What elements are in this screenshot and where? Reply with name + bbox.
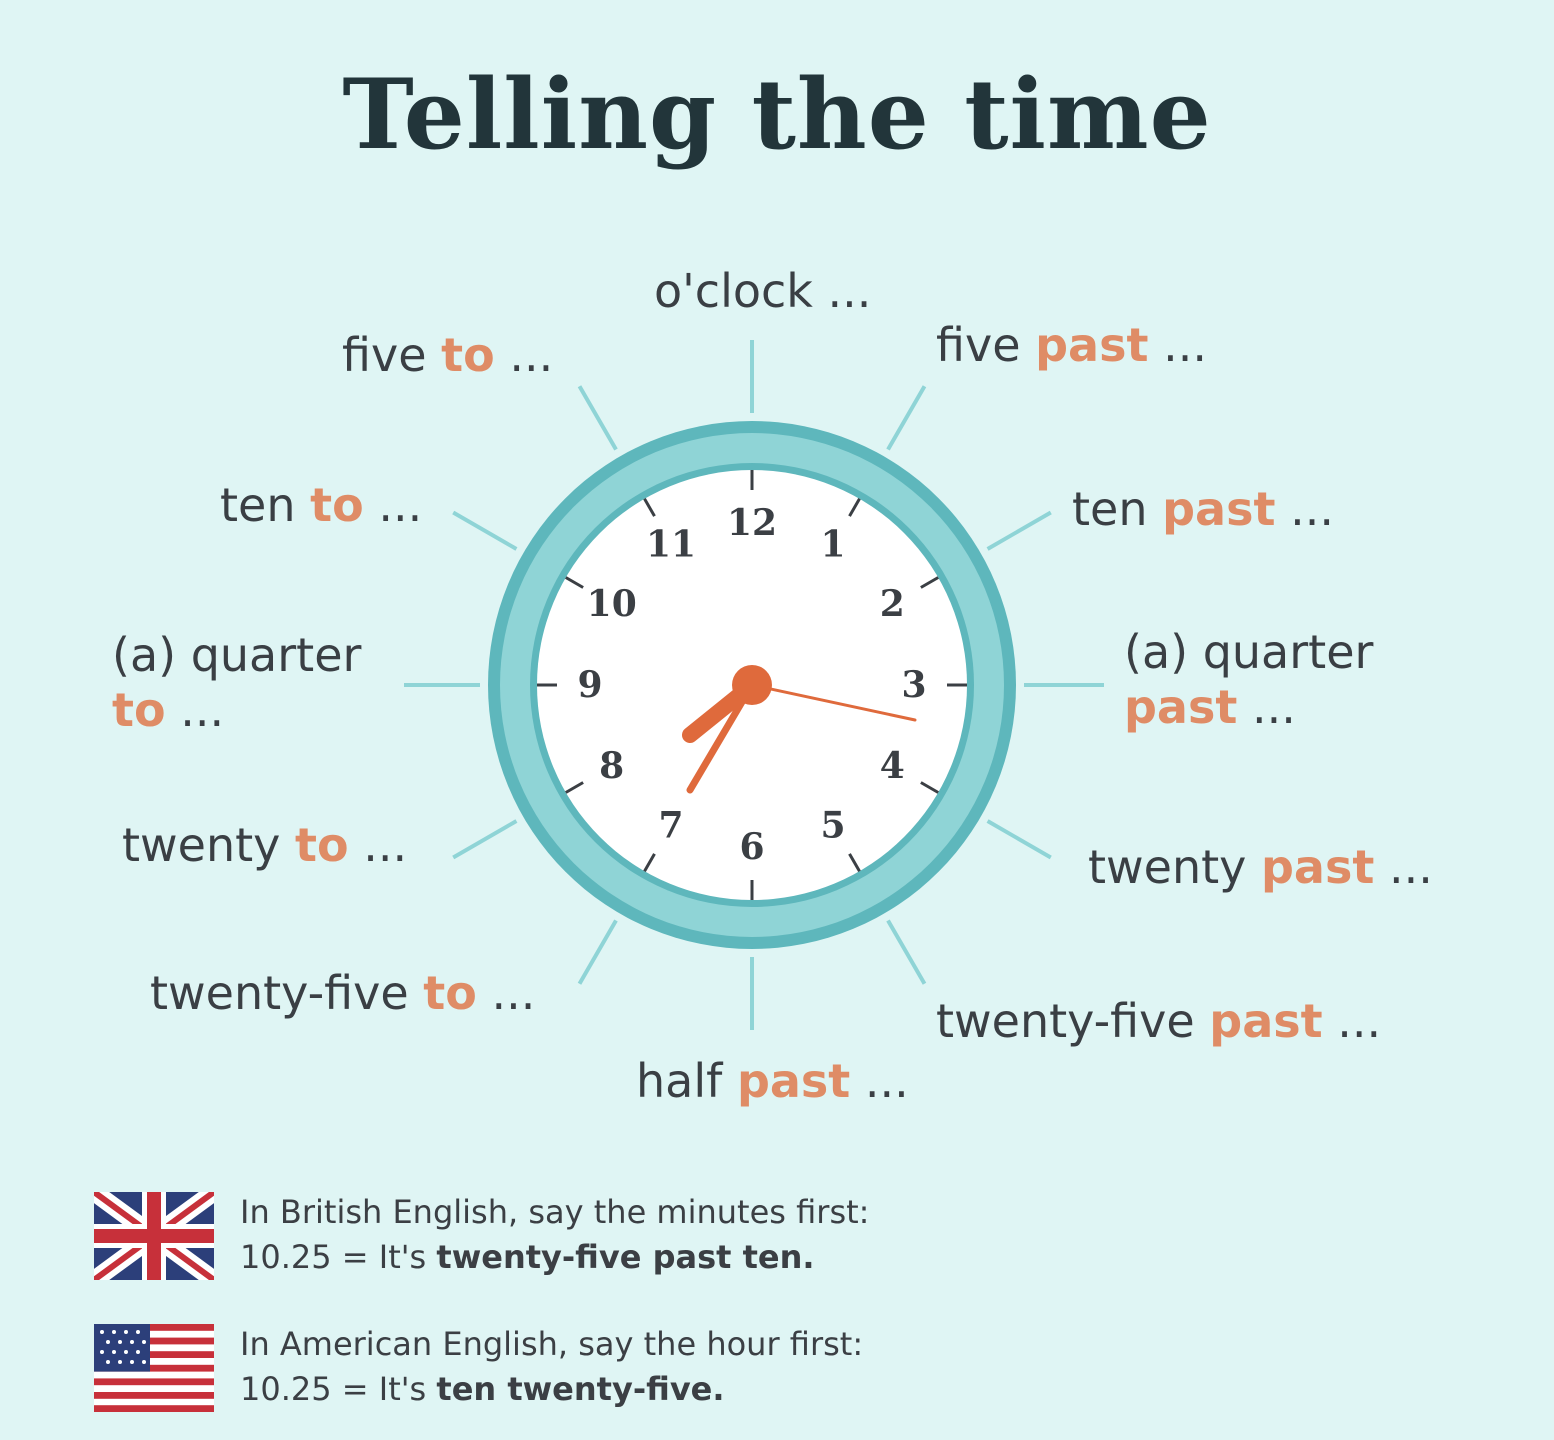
ray-twentyfive-past (886, 919, 927, 985)
american-note-line2: 10.25 = It's ten twenty-five. (240, 1369, 725, 1408)
numeral-10: 10 (587, 583, 637, 625)
clock-center-cap (732, 665, 772, 705)
label-ten-to: ten to ... (220, 478, 423, 532)
british-note-line1: In British English, say the minutes firs… (240, 1193, 870, 1231)
label-twenty-past: twenty past ... (1088, 840, 1433, 894)
ray-ten-to (452, 510, 518, 551)
label-five-past: five past ... (936, 318, 1207, 372)
numeral-8: 8 (599, 745, 624, 787)
numeral-5: 5 (820, 804, 845, 846)
numeral-12: 12 (727, 502, 777, 544)
ray-five-past (886, 385, 927, 451)
numeral-7: 7 (658, 804, 683, 846)
label-ten-past: ten past ... (1072, 482, 1334, 536)
label-quarter-to: (a) quarter to ... (112, 628, 362, 738)
ray-twenty-past (986, 819, 1052, 860)
uk-flag-icon (94, 1192, 214, 1280)
numeral-1: 1 (820, 524, 845, 566)
numeral-2: 2 (880, 583, 905, 625)
ray-twenty-to (452, 819, 518, 860)
us-flag-icon (94, 1324, 214, 1412)
numeral-11: 11 (646, 524, 696, 566)
numeral-3: 3 (901, 664, 926, 706)
label-five-to: five to ... (342, 328, 554, 382)
american-note: In American English, say the hour first:… (240, 1322, 863, 1412)
label-quarter-past: (a) quarter past ... (1124, 625, 1374, 735)
ray-twentyfive-to (577, 919, 618, 985)
numeral-9: 9 (577, 664, 602, 706)
numeral-4: 4 (880, 745, 905, 787)
numeral-6: 6 (739, 826, 764, 868)
label-twenty-five-to: twenty-five to ... (150, 966, 536, 1020)
ray-ten-past (986, 510, 1052, 551)
british-note: In British English, say the minutes firs… (240, 1190, 869, 1280)
label-half-past: half past ... (636, 1054, 909, 1108)
label-twenty-to: twenty to ... (122, 818, 408, 872)
ray-five-to (577, 385, 618, 451)
label-oclock: o'clock ... (654, 264, 872, 318)
label-twenty-five-past: twenty-five past ... (936, 994, 1382, 1048)
american-note-line1: In American English, say the hour first: (240, 1325, 864, 1363)
british-note-line2: 10.25 = It's twenty-five past ten. (240, 1237, 815, 1276)
